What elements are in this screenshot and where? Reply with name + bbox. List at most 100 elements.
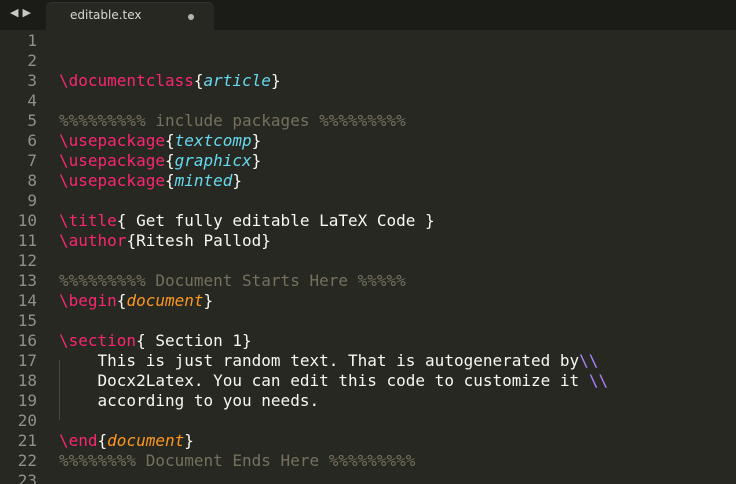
line-number: 23 bbox=[17, 471, 37, 484]
line-number: 9 bbox=[27, 191, 37, 210]
brace-token: { bbox=[116, 291, 127, 310]
line-number: 17 bbox=[17, 351, 37, 370]
line-number: 11 bbox=[17, 231, 37, 250]
argument-token: graphicx bbox=[174, 151, 252, 170]
code-line[interactable]: 13 %%%%%%%%% Document Starts Here %%%%% bbox=[0, 271, 736, 291]
code-line[interactable]: 11 \author{Ritesh Pallod} bbox=[0, 231, 736, 251]
line-number: 1 bbox=[27, 31, 37, 50]
code-line[interactable]: 10 \title{ Get fully editable LaTeX Code … bbox=[0, 211, 736, 231]
argument-token: textcomp bbox=[174, 131, 252, 150]
code-line[interactable]: 19 according to you needs. bbox=[0, 391, 736, 411]
code-text: \documentclass{article} bbox=[59, 71, 281, 91]
code-text: \usepackage{minted} bbox=[59, 171, 242, 191]
line-number: 18 bbox=[17, 371, 37, 390]
line-number: 8 bbox=[27, 171, 37, 190]
line-number: 21 bbox=[17, 431, 37, 450]
code-text: \usepackage{graphicx} bbox=[59, 151, 261, 171]
command-token: \author bbox=[59, 231, 127, 250]
brace-token: } bbox=[232, 171, 243, 190]
brace-token: { bbox=[97, 431, 108, 450]
plain-token: Docx2Latex. You can edit this code to cu… bbox=[59, 371, 589, 390]
code-line[interactable]: 4 bbox=[0, 91, 736, 111]
code-line[interactable]: 5 %%%%%%%%% include packages %%%%%%%%% bbox=[0, 111, 736, 131]
code-line[interactable]: 7 \usepackage{graphicx} bbox=[0, 151, 736, 171]
brace-token: } bbox=[203, 291, 214, 310]
code-text: \title{ Get fully editable LaTeX Code } bbox=[59, 211, 435, 231]
code-text: \end{document} bbox=[59, 431, 194, 451]
line-number: 22 bbox=[17, 451, 37, 470]
code-line[interactable]: 20 bbox=[0, 411, 736, 431]
code-text: \section{ Section 1} bbox=[59, 331, 252, 351]
code-line[interactable]: 12 bbox=[0, 251, 736, 271]
tab-editable-tex[interactable]: editable.tex bbox=[46, 2, 214, 30]
plain-token: according to you needs. bbox=[59, 391, 320, 410]
line-number: 3 bbox=[27, 71, 37, 90]
code-line[interactable]: 3 \documentclass{article} bbox=[0, 71, 736, 91]
line-number: 19 bbox=[17, 391, 37, 410]
code-line[interactable]: 6 \usepackage{textcomp} bbox=[0, 131, 736, 151]
code-line[interactable]: 2 bbox=[0, 51, 736, 71]
line-number: 5 bbox=[27, 111, 37, 130]
comment-token: %%%%%%%% Document Ends Here %%%%%%%%% bbox=[59, 451, 416, 470]
code-line[interactable]: 17 This is just random text. That is aut… bbox=[0, 351, 736, 371]
command-token: \documentclass bbox=[59, 71, 194, 90]
brace-token: } bbox=[251, 131, 262, 150]
code-line[interactable]: 18 Docx2Latex. You can edit this code to… bbox=[0, 371, 736, 391]
line-number: 4 bbox=[27, 91, 37, 110]
code-line[interactable]: 23 bbox=[0, 471, 736, 484]
code-line[interactable]: 14 \begin{document} bbox=[0, 291, 736, 311]
code-editor[interactable]: 1 2 3 \documentclass{article} 4 5%%%%%%%%% in… bbox=[0, 30, 736, 484]
code-text: %%%%%%%%% Document Starts Here %%%%% bbox=[59, 271, 406, 291]
brace-token: } bbox=[251, 151, 262, 170]
code-text: \begin{document} bbox=[59, 291, 213, 311]
brace-token: } bbox=[270, 71, 281, 90]
code-text: \author{Ritesh Pallod} bbox=[59, 231, 271, 251]
line-number: 10 bbox=[17, 211, 37, 230]
code-line[interactable]: 8 \usepackage{minted} bbox=[0, 171, 736, 191]
command-token: \end bbox=[59, 431, 98, 450]
code-line[interactable]: 9 bbox=[0, 191, 736, 211]
line-number: 14 bbox=[17, 291, 37, 310]
line-number: 7 bbox=[27, 151, 37, 170]
unsaved-dot-icon[interactable] bbox=[188, 14, 194, 20]
code-text: %%%%%%%% Document Ends Here %%%%%%%%% bbox=[59, 451, 415, 471]
environment-token: document bbox=[126, 291, 204, 310]
code-text: %%%%%%%%% include packages %%%%%%%%% bbox=[59, 111, 406, 131]
linebreak-token: \\ bbox=[579, 351, 599, 370]
code-line[interactable]: 22 %%%%%%%% Document Ends Here %%%%%%%%% bbox=[0, 451, 736, 471]
brace-token: { bbox=[193, 71, 204, 90]
navigation-arrows: ◀▶ bbox=[10, 6, 35, 19]
back-arrow-icon[interactable]: ◀ bbox=[10, 6, 22, 19]
line-number: 13 bbox=[17, 271, 37, 290]
command-token: \title bbox=[59, 211, 117, 230]
plain-token: {Ritesh Pallod} bbox=[126, 231, 271, 250]
code-line[interactable]: 1 bbox=[0, 31, 736, 51]
forward-arrow-icon[interactable]: ▶ bbox=[22, 6, 34, 19]
command-token: \usepackage bbox=[59, 131, 165, 150]
line-number: 2 bbox=[27, 51, 37, 70]
plain-token: This is just random text. That is autoge… bbox=[59, 351, 580, 370]
line-number: 20 bbox=[17, 411, 37, 430]
code-line[interactable]: 21 \end{document} bbox=[0, 431, 736, 451]
plain-token: { Get fully editable LaTeX Code } bbox=[116, 211, 435, 230]
code-text: \usepackage{textcomp} bbox=[59, 131, 261, 151]
brace-token: { bbox=[164, 171, 175, 190]
comment-token: %%%%%%%%% Document Starts Here %%%%% bbox=[59, 271, 406, 290]
code-line[interactable]: 16 \section{ Section 1} bbox=[0, 331, 736, 351]
tab-bar: ◀▶ editable.tex bbox=[0, 0, 736, 30]
code-line[interactable]: 15 bbox=[0, 311, 736, 331]
code-text: This is just random text. That is autoge… bbox=[59, 351, 599, 371]
command-token: \usepackage bbox=[59, 151, 165, 170]
editor-window: ◀▶ editable.tex 1 2 3 \documentclass{articl… bbox=[0, 0, 736, 484]
command-token: \begin bbox=[59, 291, 117, 310]
environment-token: document bbox=[107, 431, 185, 450]
comment-token: %%%%%%%%% include packages %%%%%%%%% bbox=[59, 111, 406, 130]
argument-token: article bbox=[203, 71, 271, 90]
linebreak-token: \\ bbox=[588, 371, 609, 390]
line-number: 16 bbox=[17, 331, 37, 350]
command-token: \section bbox=[59, 331, 137, 350]
line-number: 15 bbox=[17, 311, 37, 330]
line-number: 6 bbox=[27, 131, 37, 150]
code-text: according to you needs. bbox=[59, 391, 320, 411]
brace-token: { bbox=[164, 131, 175, 150]
